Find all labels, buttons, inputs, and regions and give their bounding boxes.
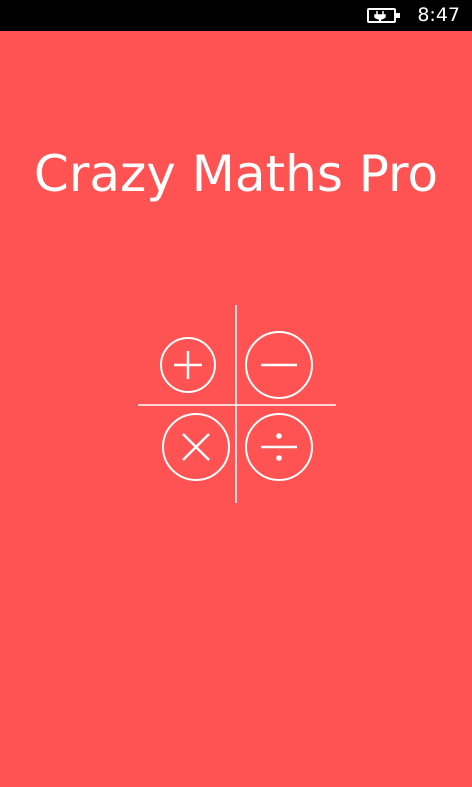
status-bar: 8:47 [0, 0, 472, 31]
status-clock: 8:47 [417, 4, 460, 26]
battery-charging-icon [367, 8, 400, 23]
multiply-icon [162, 413, 230, 481]
math-operators-logo [138, 305, 336, 503]
app-title: Crazy Maths Pro [33, 145, 439, 203]
plus-icon [160, 337, 216, 393]
divide-icon [245, 413, 313, 481]
minus-icon [245, 331, 313, 399]
